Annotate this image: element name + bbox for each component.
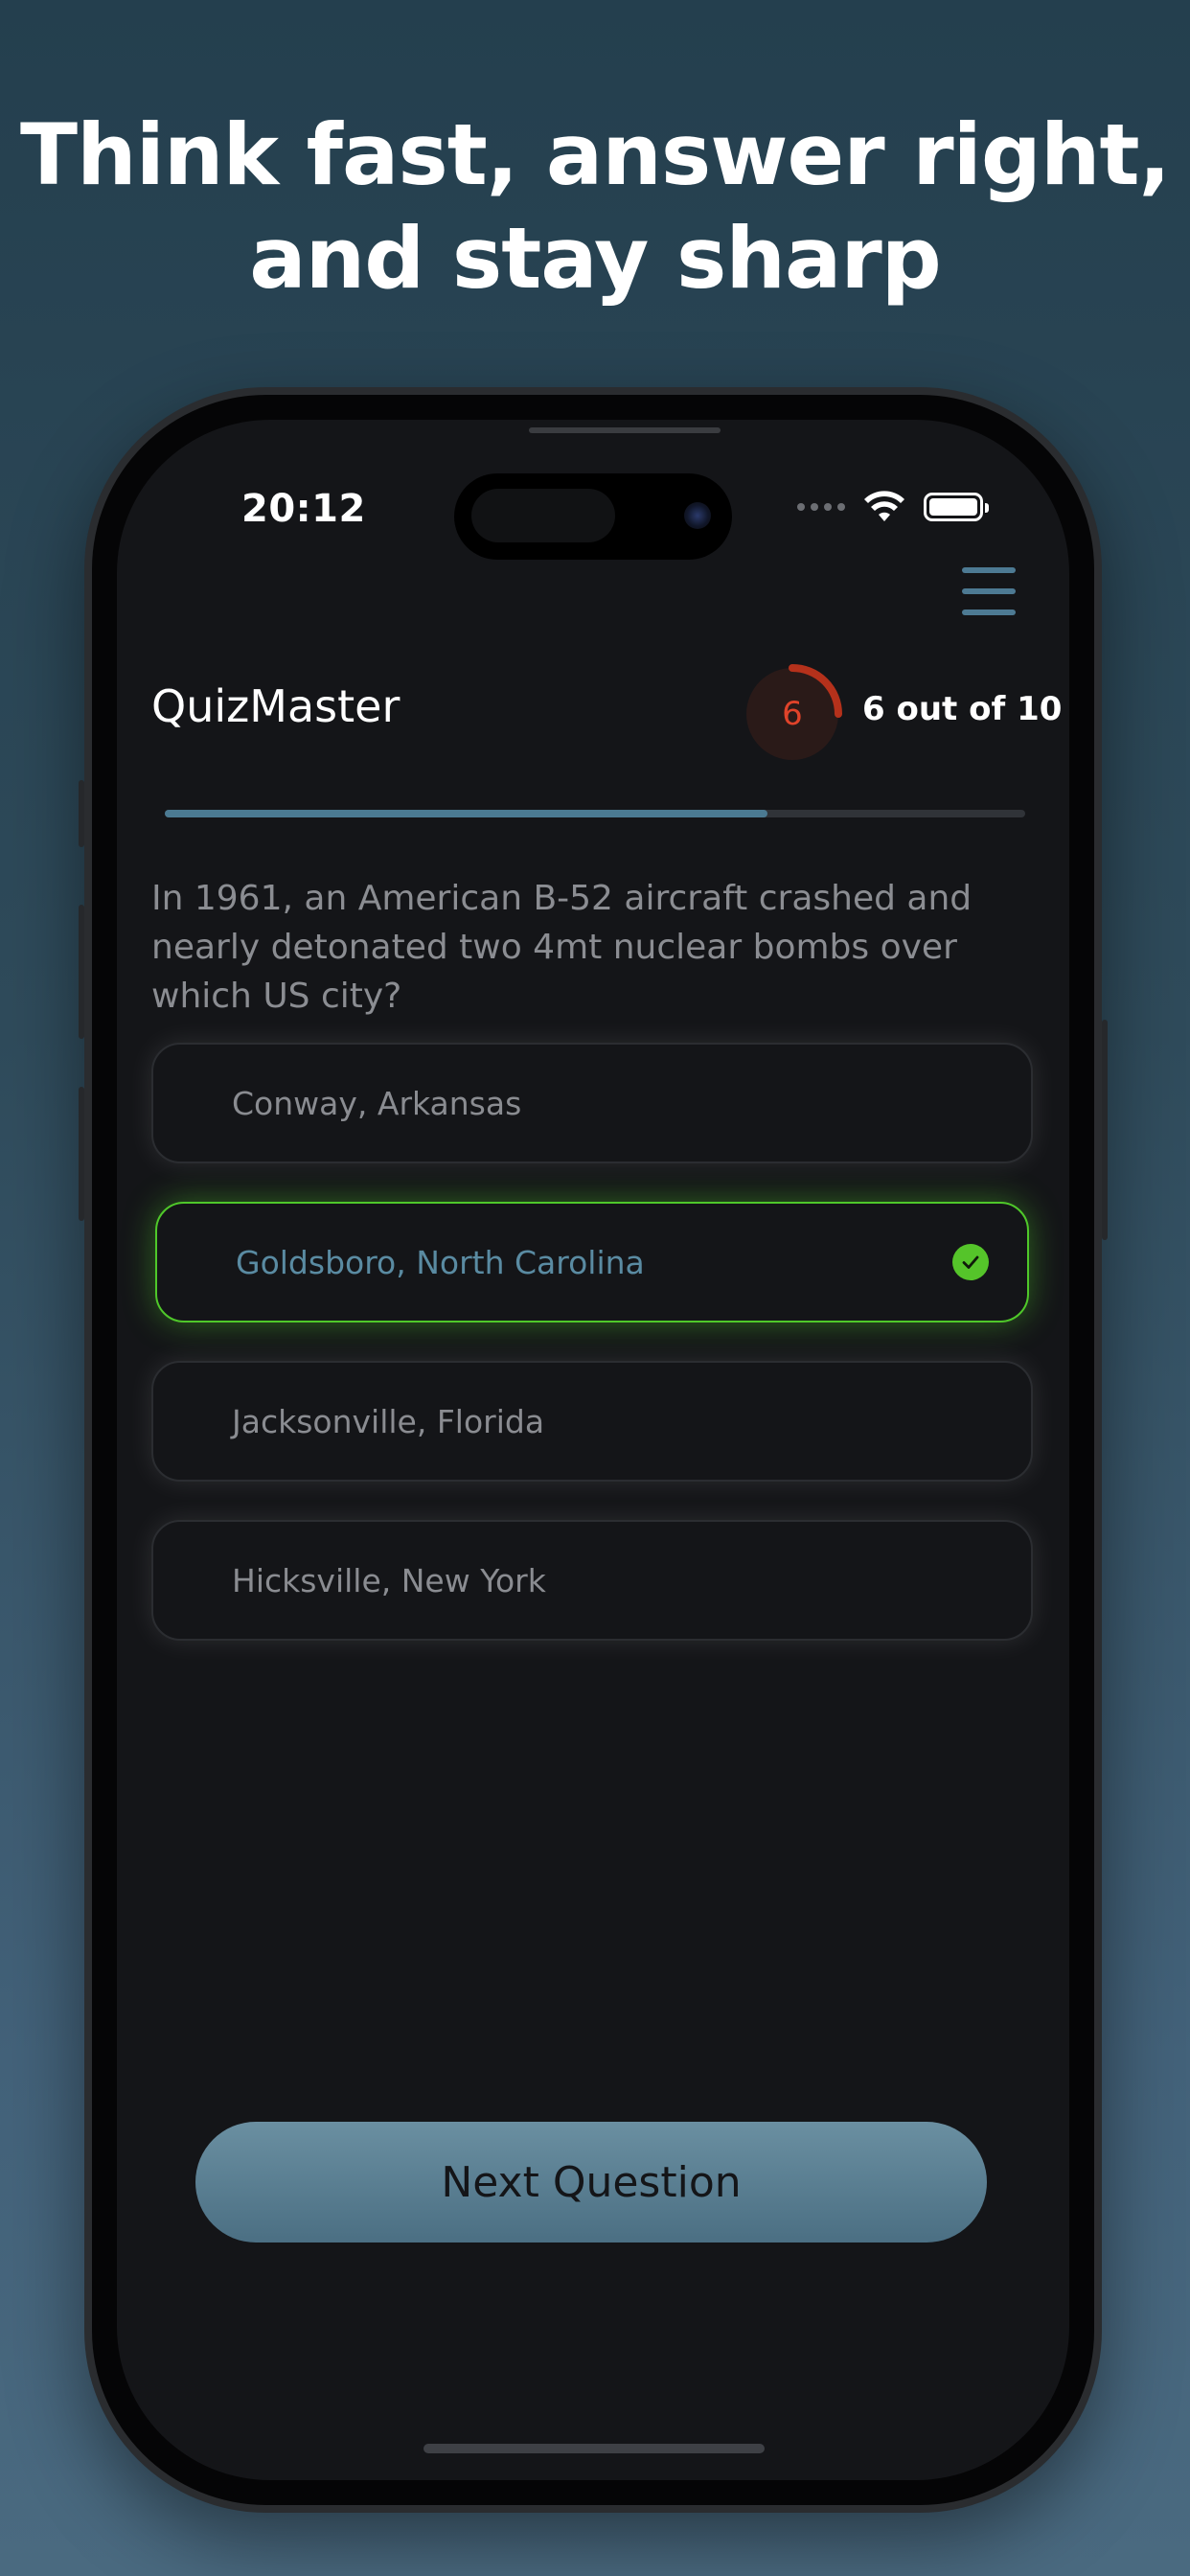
battery-icon	[924, 493, 989, 521]
answer-label: Conway, Arkansas	[232, 1084, 522, 1122]
dynamic-island	[454, 473, 732, 560]
countdown-timer: 6	[740, 661, 845, 767]
answer-option-2-correct[interactable]: Goldsboro, North Carolina	[155, 1202, 1029, 1322]
home-indicator[interactable]	[423, 2444, 765, 2453]
action-button	[79, 780, 84, 847]
island-sensor	[471, 489, 615, 542]
quiz-progress-fill	[165, 810, 767, 817]
cellular-signal-icon	[797, 503, 845, 511]
question-text: In 1961, an American B-52 aircraft crash…	[151, 879, 973, 1016]
status-icons	[797, 491, 989, 523]
marketing-headline: Think fast, answer right, and stay sharp	[0, 104, 1190, 310]
camera-lens	[684, 502, 711, 529]
answer-label: Goldsboro, North Carolina	[236, 1243, 645, 1281]
timer-value: 6	[782, 695, 803, 733]
checkmark-icon	[952, 1244, 989, 1280]
phone-frame: 20:12 QuizMaster 6 6 out of 10 In 1961, …	[79, 387, 1108, 2513]
power-button	[1102, 1020, 1108, 1240]
headline-line-1: Think fast, answer right,	[20, 105, 1171, 204]
phone-screen: 20:12 QuizMaster 6 6 out of 10 In 1961, …	[117, 420, 1069, 2480]
hamburger-menu-icon[interactable]	[962, 567, 1016, 615]
answer-option-1[interactable]: Conway, Arkansas	[151, 1043, 1033, 1163]
earpiece-speaker	[529, 427, 721, 433]
status-time: 20:12	[241, 487, 366, 531]
next-question-button[interactable]: Next Question	[195, 2122, 987, 2242]
headline-line-2: and stay sharp	[249, 209, 942, 308]
answer-label: Hicksville, New York	[232, 1561, 546, 1599]
wifi-icon	[864, 491, 904, 521]
answer-option-3[interactable]: Jacksonville, Florida	[151, 1361, 1033, 1482]
answer-option-4[interactable]: Hicksville, New York	[151, 1520, 1033, 1641]
app-title: QuizMaster	[151, 680, 400, 732]
score-counter: 6 out of 10	[862, 690, 1063, 728]
volume-down-button	[79, 1087, 84, 1221]
quiz-progress-bar	[165, 810, 1025, 817]
volume-up-button	[79, 905, 84, 1039]
answer-label: Jacksonville, Florida	[232, 1402, 545, 1440]
